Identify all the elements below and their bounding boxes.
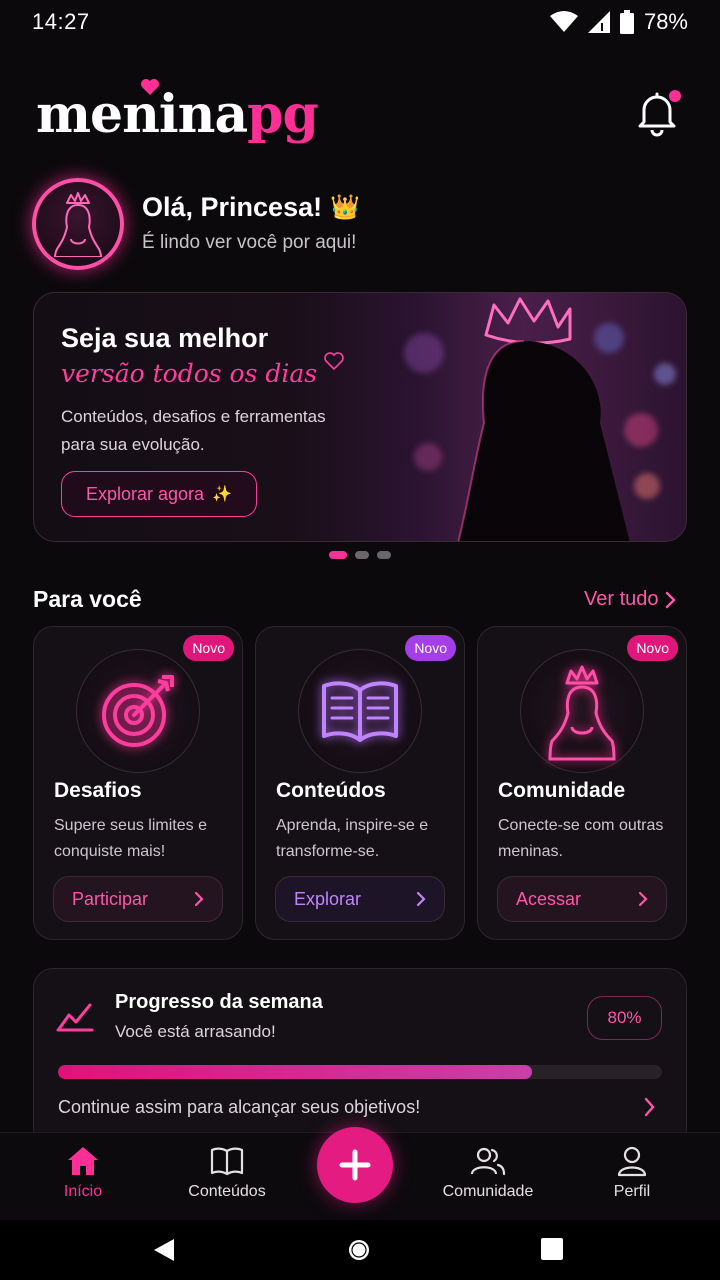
banner-description: Conteúdos, desafios e ferramentas para s…: [61, 407, 326, 454]
new-badge: Novo: [183, 635, 234, 661]
add-button[interactable]: [317, 1127, 393, 1203]
status-time: 14:27: [32, 9, 90, 34]
new-badge: Novo: [405, 635, 456, 661]
explore-now-label: Explorar agora: [86, 483, 205, 504]
book-icon: [322, 681, 398, 742]
chevron-right-icon: [638, 891, 648, 907]
card-icon-wrapper: [298, 649, 422, 773]
button-label: Participar: [72, 888, 149, 909]
card-title: Desafios: [54, 779, 142, 802]
nav-label: Perfil: [613, 1183, 651, 1200]
trend-chart-icon: [56, 1003, 94, 1032]
card-desafios[interactable]: Novo Desafios Supere seus limites e conq…: [33, 626, 243, 940]
nav-item-comunidade[interactable]: Comunidade: [441, 1145, 535, 1201]
book-icon: [210, 1147, 244, 1176]
progress-percent-badge: 80%: [587, 996, 662, 1040]
system-navigation-bar: [0, 1220, 720, 1280]
progress-bar-fill: [58, 1065, 533, 1079]
home-icon: [68, 1147, 98, 1175]
user-icon: [617, 1146, 647, 1177]
card-conteudos[interactable]: Novo Conteúdos Aprenda, inspire-se e tra…: [255, 626, 465, 940]
logo-heart-icon: [141, 79, 159, 95]
sparkles-emoji: ✨: [212, 486, 232, 503]
banner-script-label: versão todos os dias: [61, 359, 318, 388]
progress-bar-track: [58, 1065, 662, 1079]
nav-item-inicio[interactable]: Início: [58, 1145, 108, 1201]
button-label: Explorar: [294, 888, 362, 909]
back-icon[interactable]: [152, 1238, 176, 1262]
target-icon: [102, 675, 174, 747]
see-all-link[interactable]: Ver tudo: [584, 588, 677, 611]
explore-button[interactable]: Explorar: [275, 876, 445, 922]
explore-now-button[interactable]: Explorar agora ✨: [61, 471, 257, 517]
weekly-progress-card[interactable]: Progresso da semana Você está arrasando!…: [33, 968, 687, 1148]
heart-outline-icon: [324, 352, 344, 371]
chevron-right-icon[interactable]: [644, 1097, 656, 1117]
nav-item-perfil[interactable]: Perfil: [608, 1145, 656, 1201]
cell-signal-icon: [587, 11, 610, 33]
logo-text-accent: pg: [247, 84, 319, 145]
progress-title: Progresso da semana: [115, 991, 323, 1013]
users-icon: [470, 1147, 506, 1176]
card-comunidade[interactable]: Novo Comunidade Conecte-se com outras me…: [477, 626, 687, 940]
home-circle-icon[interactable]: [347, 1238, 371, 1262]
chevron-right-icon: [665, 591, 676, 608]
card-icon-wrapper: [76, 649, 200, 773]
card-description: Conecte-se com outras meninas.: [498, 817, 664, 860]
status-icons: 78%: [549, 9, 688, 35]
chevron-right-icon: [416, 891, 426, 907]
app-header: menina pg: [0, 78, 720, 158]
greeting-text: Olá, Princesa!: [142, 192, 323, 222]
hero-banner[interactable]: Seja sua melhor versão todos os dias Con…: [33, 292, 687, 542]
battery-percent: 78%: [643, 9, 688, 34]
princess-icon: [53, 192, 103, 257]
access-button[interactable]: Acessar: [497, 876, 667, 922]
plus-icon: [339, 1149, 371, 1181]
status-bar: 14:27 78%: [0, 0, 720, 44]
nav-item-conteudos[interactable]: Conteúdos: [186, 1145, 268, 1201]
card-title: Conteúdos: [276, 779, 386, 802]
section-title: Para você: [33, 586, 142, 612]
see-all-label: Ver tudo: [584, 588, 659, 610]
card-description: Aprenda, inspire-se e transforme-se.: [276, 817, 429, 860]
carousel-dot[interactable]: [355, 551, 369, 559]
recents-icon[interactable]: [541, 1238, 563, 1260]
princess-icon: [548, 665, 616, 761]
battery-icon: [619, 10, 634, 34]
new-badge: Novo: [627, 635, 678, 661]
girl-with-crown-illustration: [457, 297, 630, 541]
bokeh-light: [654, 363, 676, 385]
progress-footer-text: Continue assim para alcançar seus objeti…: [58, 1097, 421, 1117]
greeting-title: Olá, Princesa! 👑: [142, 192, 360, 223]
progress-subtitle: Você está arrasando!: [115, 1022, 276, 1041]
button-label: Acessar: [516, 888, 582, 909]
nav-label: Início: [63, 1183, 103, 1200]
carousel-dot[interactable]: [329, 551, 347, 559]
app-logo[interactable]: menina pg: [36, 79, 319, 145]
crown-emoji: 👑: [330, 194, 360, 221]
card-title: Comunidade: [498, 779, 626, 802]
notification-dot: [669, 90, 681, 102]
carousel-dot[interactable]: [377, 551, 391, 559]
card-icon-wrapper: [520, 649, 644, 773]
nav-label: Conteúdos: [188, 1183, 266, 1200]
avatar[interactable]: [32, 178, 124, 270]
greeting-subtitle: É lindo ver você por aqui!: [142, 232, 357, 253]
wifi-icon: [549, 11, 578, 32]
nav-label: Comunidade: [442, 1183, 534, 1200]
chevron-right-icon: [194, 891, 204, 907]
banner-title: Seja sua melhor: [61, 323, 269, 353]
banner-script-text: versão todos os dias: [61, 352, 345, 388]
card-description: Supere seus limites e conquiste mais!: [54, 817, 207, 860]
participate-button[interactable]: Participar: [53, 876, 223, 922]
carousel-dots: [0, 551, 720, 559]
